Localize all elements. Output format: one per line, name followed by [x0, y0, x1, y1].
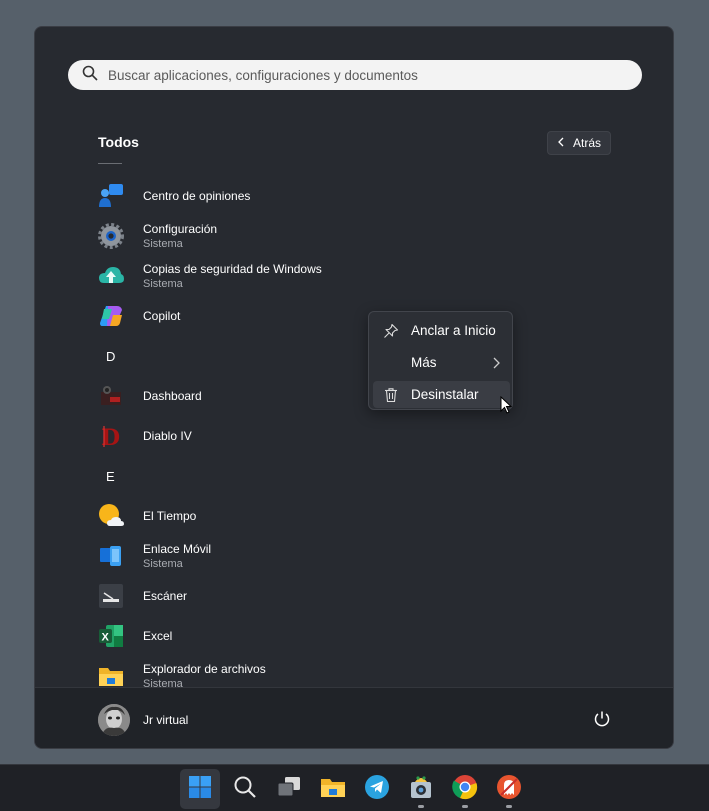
taskbar-telegram-button[interactable]: [357, 769, 397, 809]
running-indicator: [418, 805, 424, 808]
app-list: Centro de opiniones Configuración Sistema…: [35, 176, 673, 688]
power-icon[interactable]: [593, 710, 611, 728]
search-icon: [82, 65, 98, 86]
app-subtitle: Sistema: [143, 277, 183, 290]
app-name: Excel: [143, 628, 173, 643]
app-subtitle: Sistema: [143, 677, 183, 688]
app-item-configuracion[interactable]: Configuración Sistema: [35, 216, 673, 256]
scroll-divider: [98, 163, 122, 164]
chevron-left-icon: [557, 136, 565, 150]
chevron-right-icon: [491, 357, 501, 369]
menu-item-label: Más: [411, 355, 437, 370]
app-name: Explorador de archivos: [143, 661, 266, 676]
app-name: Dashboard: [143, 388, 202, 403]
app-name: Enlace Móvil: [143, 541, 212, 556]
search-box[interactable]: [68, 60, 642, 90]
taskbar-search-button[interactable]: [225, 769, 265, 809]
app-name: Diablo IV: [143, 428, 192, 443]
app-name: Copilot: [143, 308, 181, 323]
task-view-icon: [276, 774, 302, 805]
taskbar-ghost-app-button[interactable]: [489, 769, 529, 809]
ghost-app-icon: [496, 774, 522, 805]
start-footer: Jr virtual: [35, 687, 673, 748]
excel-icon: X: [98, 623, 124, 649]
dashboard-icon: [98, 383, 124, 409]
avatar[interactable]: [98, 704, 130, 736]
back-button-label: Atrás: [572, 136, 601, 150]
menu-item-pin-to-start[interactable]: Anclar a Inicio: [373, 317, 510, 344]
chrome-icon: [452, 774, 478, 805]
running-indicator: [506, 805, 512, 808]
cloud-backup-icon: [98, 263, 124, 289]
app-name: Copias de seguridad de Windows: [143, 261, 322, 276]
app-item-copias-de-seguridad[interactable]: Copias de seguridad de Windows Sistema: [35, 256, 673, 296]
app-item-centro-de-opiniones[interactable]: Centro de opiniones: [35, 176, 673, 216]
taskbar-start-button[interactable]: [180, 769, 220, 809]
taskbar-chrome-button[interactable]: [445, 769, 485, 809]
letter-label: E: [106, 468, 115, 484]
search-icon: [232, 774, 258, 805]
search-input[interactable]: [108, 67, 628, 83]
app-item-enlace-movil[interactable]: Enlace Móvil Sistema: [35, 536, 673, 576]
app-name: El Tiempo: [143, 508, 197, 523]
app-name: Escáner: [143, 588, 188, 603]
taskbar-file-explorer-button[interactable]: [313, 769, 353, 809]
letter-header-d[interactable]: D: [35, 336, 673, 376]
menu-item-label: Desinstalar: [411, 387, 479, 402]
context-menu: Anclar a Inicio Más Desinstalar: [368, 311, 513, 410]
settings-gear-icon: [98, 223, 124, 249]
file-explorer-icon: [320, 774, 346, 805]
app-item-copilot[interactable]: Copilot: [35, 296, 673, 336]
app-item-el-tiempo[interactable]: El Tiempo: [35, 496, 673, 536]
user-name[interactable]: Jr virtual: [143, 713, 188, 727]
app-item-dashboard[interactable]: Dashboard: [35, 376, 673, 416]
menu-item-uninstall[interactable]: Desinstalar: [373, 381, 510, 408]
weather-icon: [98, 503, 124, 529]
start-icon: [187, 774, 213, 805]
menu-item-label: Anclar a Inicio: [411, 323, 496, 338]
taskbar: [0, 764, 709, 811]
feedback-hub-icon: [98, 183, 124, 209]
taskbar-camera-app-button[interactable]: [401, 769, 441, 809]
svg-text:X: X: [102, 632, 110, 644]
trash-icon: [383, 387, 399, 403]
taskbar-task-view-button[interactable]: [269, 769, 309, 809]
app-item-escaner[interactable]: Escáner: [35, 576, 673, 616]
letter-header-e[interactable]: E: [35, 456, 673, 496]
app-subtitle: Sistema: [143, 557, 183, 570]
camera-app-icon: [408, 774, 434, 805]
menu-item-more[interactable]: Más: [373, 349, 510, 376]
app-name: Centro de opiniones: [143, 188, 251, 203]
back-button[interactable]: Atrás: [547, 131, 611, 155]
diablo-icon: D: [98, 423, 124, 449]
app-subtitle: Sistema: [143, 237, 183, 250]
telegram-icon: [364, 774, 390, 805]
app-name: Configuración: [143, 221, 218, 236]
app-item-explorador[interactable]: Explorador de archivos Sistema: [35, 656, 673, 688]
scanner-icon: [98, 583, 124, 609]
app-item-diablo-iv[interactable]: D Diablo IV: [35, 416, 673, 456]
section-title: Todos: [98, 134, 139, 150]
running-indicator: [462, 805, 468, 808]
mouse-cursor-icon: [500, 395, 513, 414]
copilot-icon: [98, 303, 124, 329]
letter-label: D: [106, 348, 116, 364]
app-item-excel[interactable]: X Excel: [35, 616, 673, 656]
pin-icon: [383, 323, 399, 339]
start-menu: Todos Atrás Centro de opiniones Configur…: [34, 26, 674, 749]
file-explorer-icon: [98, 663, 124, 687]
phone-link-icon: [98, 543, 124, 569]
